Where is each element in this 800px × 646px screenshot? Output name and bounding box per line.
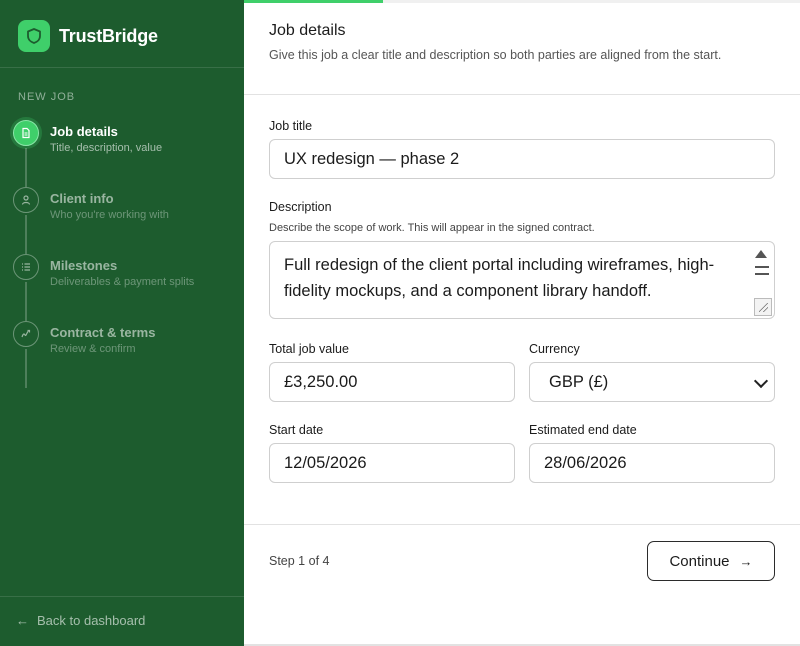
step-connector [25,349,27,388]
currency-value: GBP (£) [549,372,609,391]
step-job-details[interactable]: Job details Title, description, value [13,120,194,187]
main-panel: Job details Give this job a clear title … [244,0,800,646]
arrow-left-icon: ← [16,613,29,628]
shield-icon [18,20,50,52]
document-icon [13,120,39,146]
page-title: Job details [269,22,346,39]
progress-bar [244,0,800,3]
continue-label: Continue [669,552,730,570]
step-connector [25,282,27,321]
step-client-info[interactable]: Client info Who you're working with [13,187,194,254]
chevron-down-icon [753,373,769,389]
progress-fill [244,0,383,3]
start-date-label: Start date [269,423,324,437]
header-divider [244,94,800,95]
brand-name: TrustBridge [59,25,158,46]
description-hint: Describe the scope of work. This will ap… [269,222,595,234]
step-contract-terms[interactable]: Contract & terms Review & confirm [13,321,194,388]
total-value-input[interactable] [269,362,515,402]
footer-divider [244,524,800,525]
step-subtitle: Deliverables & payment splits [50,276,195,288]
sidebar-section-label: NEW JOB [18,91,76,103]
signature-icon [13,321,39,347]
step-title: Contract & terms [50,325,156,340]
step-connector [25,215,27,254]
step-subtitle: Title, description, value [50,142,163,154]
sidebar-divider [0,67,244,68]
page-header: Job details Give this job a clear title … [269,22,769,64]
end-date-label: Estimated end date [529,423,637,437]
currency-label: Currency [529,342,580,356]
back-link-label: Back to dashboard [37,613,146,628]
scroll-thumb[interactable] [755,273,769,275]
total-value-label: Total job value [269,342,349,356]
job-title-label: Job title [269,119,313,133]
step-connector [25,148,27,187]
sidebar: TrustBridge NEW JOB Job details Title, d… [0,0,244,646]
back-to-dashboard-link[interactable]: ← Back to dashboard [16,613,145,628]
description-textarea[interactable]: Full redesign of the client portal inclu… [269,241,775,319]
user-icon [13,187,39,213]
step-milestones[interactable]: Milestones Deliverables & payment splits [13,254,194,321]
step-list: Job details Title, description, value Cl… [13,120,194,388]
page-subtitle: Give this job a clear title and descript… [269,48,722,62]
continue-button[interactable]: Continue → [647,541,775,581]
job-title-input[interactable] [269,139,775,179]
step-subtitle: Who you're working with [50,209,169,221]
step-title: Client info [50,191,114,206]
end-date-input[interactable] [529,443,775,483]
scroll-up-icon[interactable] [755,250,767,258]
scroll-thumb[interactable] [755,266,769,268]
list-icon [13,254,39,280]
start-date-input[interactable] [269,443,515,483]
arrow-right-icon: → [739,553,753,569]
resize-handle-icon[interactable] [754,298,772,316]
step-title: Job details [50,124,118,139]
step-subtitle: Review & confirm [50,343,136,355]
sidebar-divider [0,596,244,597]
currency-select[interactable]: GBP (£) [529,362,775,402]
step-counter: Step 1 of 4 [269,554,330,568]
brand: TrustBridge [18,20,158,52]
description-text: Full redesign of the client portal inclu… [284,256,715,300]
step-title: Milestones [50,258,118,273]
description-label: Description [269,200,332,214]
